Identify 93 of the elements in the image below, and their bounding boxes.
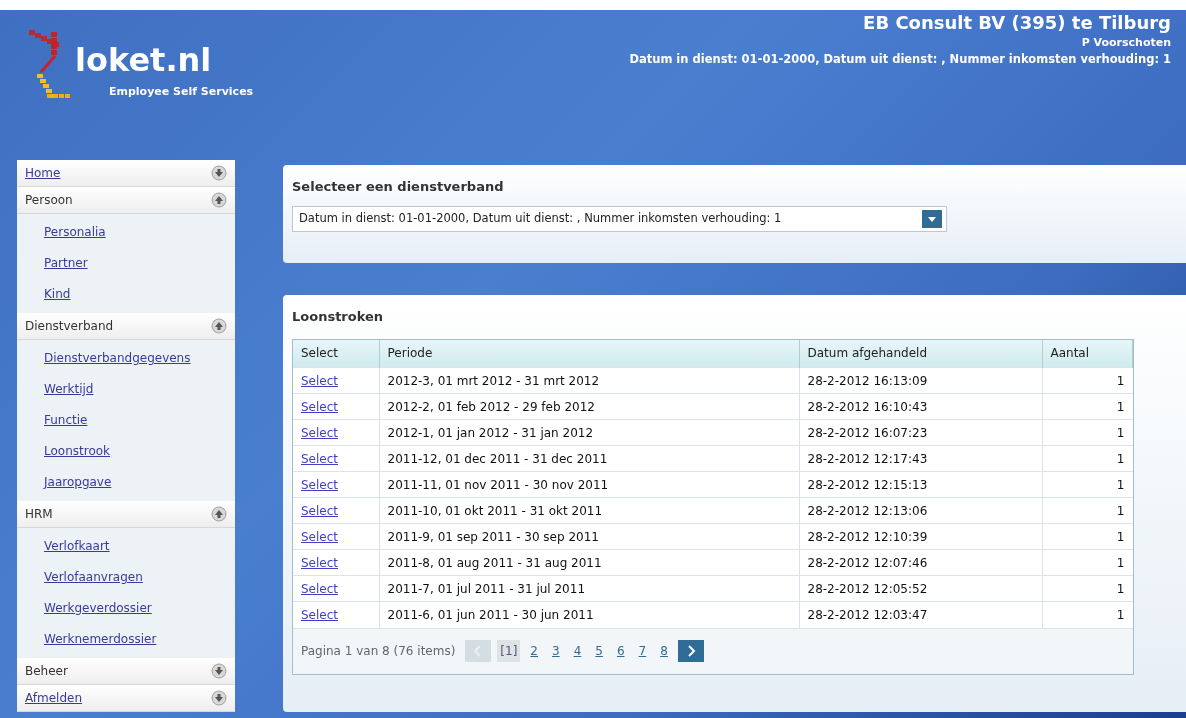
pager-summary: Pagina 1 van 8 (76 items)	[301, 643, 456, 660]
column-header: Aantal	[1042, 339, 1133, 368]
page-link[interactable]: 4	[569, 642, 586, 660]
column-header: Datum afgehandeld	[799, 339, 1042, 368]
select-link[interactable]: Select	[293, 445, 379, 472]
submenu-link[interactable]: Personalia	[44, 217, 106, 248]
user-name: P Voorschoten	[1081, 34, 1171, 51]
page-link[interactable]: 7	[634, 642, 651, 660]
table-cell: 28-2-2012 16:10:43	[799, 393, 1042, 420]
submenu-link[interactable]: Functie	[44, 405, 88, 436]
menu-heading: Persoon	[25, 192, 73, 209]
expand-icon[interactable]	[211, 165, 227, 181]
select-link[interactable]: Select	[293, 471, 379, 498]
next-page-icon[interactable]	[677, 640, 704, 662]
table-cell: 28-2-2012 12:03:47	[799, 601, 1042, 628]
select-link[interactable]: Select	[293, 497, 379, 524]
table-cell: 1	[1042, 393, 1133, 420]
table-cell: 2012-3, 01 mrt 2012 - 31 mrt 2012	[379, 367, 799, 394]
expand-icon[interactable]	[211, 690, 227, 706]
collapse-icon[interactable]	[211, 318, 227, 334]
table-cell: 1	[1042, 601, 1133, 628]
table-cell: 28-2-2012 12:17:43	[799, 445, 1042, 472]
submenu-link[interactable]: Werktijd	[44, 374, 94, 405]
sidebar-item[interactable]: Beheer	[17, 658, 235, 685]
sidebar-item[interactable]: Afmelden	[17, 685, 235, 712]
table-cell: 1	[1042, 549, 1133, 576]
panel-title: Selecteer een dienstverband	[292, 178, 505, 196]
sidebar-item[interactable]: HRM	[17, 501, 235, 528]
table-cell: 28-2-2012 12:05:52	[799, 575, 1042, 602]
submenu-link[interactable]: Partner	[44, 248, 88, 279]
column-header: Select	[293, 339, 379, 368]
collapse-icon[interactable]	[211, 506, 227, 522]
menu-heading: Beheer	[25, 663, 68, 680]
submenu-link[interactable]: Dienstverbandgegevens	[44, 343, 191, 374]
page-link[interactable]: 2	[526, 642, 542, 660]
table-cell: 2012-1, 01 jan 2012 - 31 jan 2012	[379, 419, 799, 446]
logo-subtitle: Employee Self Services	[109, 84, 254, 100]
page-link[interactable]: 8	[656, 642, 672, 660]
select-link[interactable]: Select	[293, 419, 379, 446]
table-cell: 1	[1042, 445, 1133, 472]
submenu-link[interactable]: Loonstrook	[44, 436, 111, 467]
submenu-link[interactable]: Werkgeverdossier	[44, 593, 152, 624]
submenu-link[interactable]: Jaaropgave	[44, 467, 112, 498]
table-cell: 2011-6, 01 jun 2011 - 30 jun 2011	[379, 601, 799, 628]
menu-link[interactable]: Home	[25, 164, 61, 182]
table-cell: 1	[1042, 497, 1133, 524]
sidebar-item[interactable]: Home	[17, 160, 235, 187]
page-link[interactable]: 6	[612, 642, 629, 660]
table-cell: 28-2-2012 12:15:13	[799, 471, 1042, 498]
menu-heading: Dienstverband	[25, 318, 114, 335]
select-link[interactable]: Select	[293, 523, 379, 550]
logo-text: loket.nl	[75, 44, 213, 76]
table-cell: 1	[1042, 419, 1133, 446]
select-link[interactable]: Select	[293, 393, 379, 420]
page-link[interactable]: [1]	[497, 640, 521, 662]
table-cell: 1	[1042, 575, 1133, 602]
table-cell: 1	[1042, 367, 1133, 394]
collapse-icon[interactable]	[211, 192, 227, 208]
submenu-link[interactable]: Verlofkaart	[44, 531, 110, 562]
page-link[interactable]: 5	[591, 642, 607, 660]
employment-info: Datum in dienst: 01-01-2000, Datum uit dienst: , Nummer inkomsten verhouding: 1	[629, 51, 1171, 68]
table-cell: 2011-10, 01 okt 2011 - 31 okt 2011	[379, 497, 799, 524]
page-link[interactable]: 3	[548, 642, 564, 660]
select-link[interactable]: Select	[293, 575, 379, 602]
dropdown-icon[interactable]	[922, 209, 942, 228]
menu-heading: HRM	[25, 506, 53, 523]
table-cell: 2011-7, 01 jul 2011 - 31 jul 2011	[379, 575, 799, 602]
select-link[interactable]: Select	[293, 549, 379, 576]
company-name: EB Consult BV (395) te Tilburg	[863, 12, 1171, 35]
table-cell: 2011-12, 01 dec 2011 - 31 dec 2011	[379, 445, 799, 472]
column-header: Periode	[379, 339, 799, 368]
table-cell: 28-2-2012 12:13:06	[799, 497, 1042, 524]
employment-select[interactable]: Datum in dienst: 01-01-2000, Datum uit dienst: , Nummer inkomsten verhouding: 1	[292, 205, 947, 232]
table-cell: 2011-11, 01 nov 2011 - 30 nov 2011	[379, 471, 799, 498]
table-cell: 28-2-2012 12:10:39	[799, 523, 1042, 550]
submenu-link[interactable]: Kind	[44, 279, 71, 310]
expand-icon[interactable]	[211, 663, 227, 679]
table-cell: 28-2-2012 16:13:09	[799, 367, 1042, 394]
table-cell: 28-2-2012 16:07:23	[799, 419, 1042, 446]
table-cell: 2012-2, 01 feb 2012 - 29 feb 2012	[379, 393, 799, 420]
table-cell: 2011-9, 01 sep 2011 - 30 sep 2011	[379, 523, 799, 550]
menu-link[interactable]: Afmelden	[25, 689, 83, 707]
table-cell: 1	[1042, 471, 1133, 498]
sidebar-item[interactable]: Persoon	[17, 187, 235, 214]
panel-title: Loonstroken	[292, 308, 385, 326]
table-cell: 28-2-2012 12:07:46	[799, 549, 1042, 576]
table-cell: 2011-8, 01 aug 2011 - 31 aug 2011	[379, 549, 799, 576]
select-link[interactable]: Select	[293, 367, 379, 394]
submenu-link[interactable]: Verlofaanvragen	[44, 562, 143, 593]
submenu-link[interactable]: Werknemerdossier	[44, 624, 157, 655]
sidebar-item[interactable]: Dienstverband	[17, 313, 235, 340]
select-link[interactable]: Select	[293, 601, 379, 628]
table-cell: 1	[1042, 523, 1133, 550]
